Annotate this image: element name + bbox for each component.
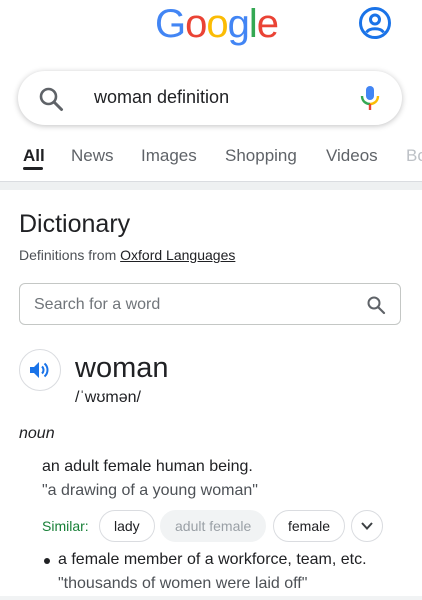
active-tab-indicator [23, 167, 43, 170]
definition-2: a female member of a workforce, team, et… [58, 551, 367, 568]
oxford-languages-link[interactable]: Oxford Languages [120, 247, 235, 263]
example-2: "thousands of women were laid off" [58, 575, 308, 592]
headword: woman [75, 352, 169, 384]
similar-chip-adult-female[interactable]: adult female [160, 510, 267, 542]
logo-letter: G [155, 2, 186, 46]
chevron-down-icon [361, 522, 373, 530]
expand-similar-button[interactable] [351, 510, 383, 542]
dictionary-title: Dictionary [19, 210, 131, 238]
dictionary-source: Definitions from Oxford Languages [19, 247, 235, 263]
account-circle-icon [359, 7, 391, 39]
bullet [44, 558, 50, 564]
definition-1: an adult female human being. [42, 458, 253, 475]
tab-news[interactable]: News [71, 146, 114, 166]
mic-icon[interactable] [359, 84, 381, 112]
tab-all[interactable]: All [23, 146, 45, 166]
similar-chip-female[interactable]: female [273, 510, 346, 542]
google-logo[interactable]: Google [155, 2, 279, 46]
search-tabs: All News Images Shopping Videos Bo [0, 138, 422, 178]
word-search-placeholder[interactable]: Search for a word [34, 296, 160, 314]
similar-label: Similar: [42, 518, 89, 534]
logo-letter: l [248, 2, 258, 46]
word-search-field[interactable]: Search for a word [19, 283, 401, 325]
similar-chip-lady[interactable]: lady [99, 510, 155, 542]
bottom-divider [0, 596, 422, 600]
part-of-speech: noun [19, 425, 55, 442]
source-prefix: Definitions from [19, 247, 121, 263]
logo-letter: g [227, 2, 250, 46]
example-1: "a drawing of a young woman" [42, 482, 258, 499]
tabs-divider [0, 181, 422, 190]
tab-videos[interactable]: Videos [326, 146, 378, 166]
search-input[interactable]: woman definition [94, 87, 229, 108]
logo-letter: e [256, 2, 279, 46]
phonetic-spelling: /ˈwʊmən/ [75, 389, 141, 406]
speaker-icon [30, 362, 49, 378]
logo-letter: o [206, 2, 228, 46]
search-box[interactable]: woman definition [18, 71, 402, 125]
search-icon[interactable] [38, 86, 64, 112]
search-icon[interactable] [366, 295, 386, 315]
tab-shopping[interactable]: Shopping [225, 146, 297, 166]
account-button[interactable] [358, 6, 392, 40]
pronunciation-button[interactable] [19, 349, 61, 391]
logo-letter: o [185, 2, 207, 46]
tab-images[interactable]: Images [141, 146, 197, 166]
tab-books[interactable]: Bo [406, 146, 422, 166]
